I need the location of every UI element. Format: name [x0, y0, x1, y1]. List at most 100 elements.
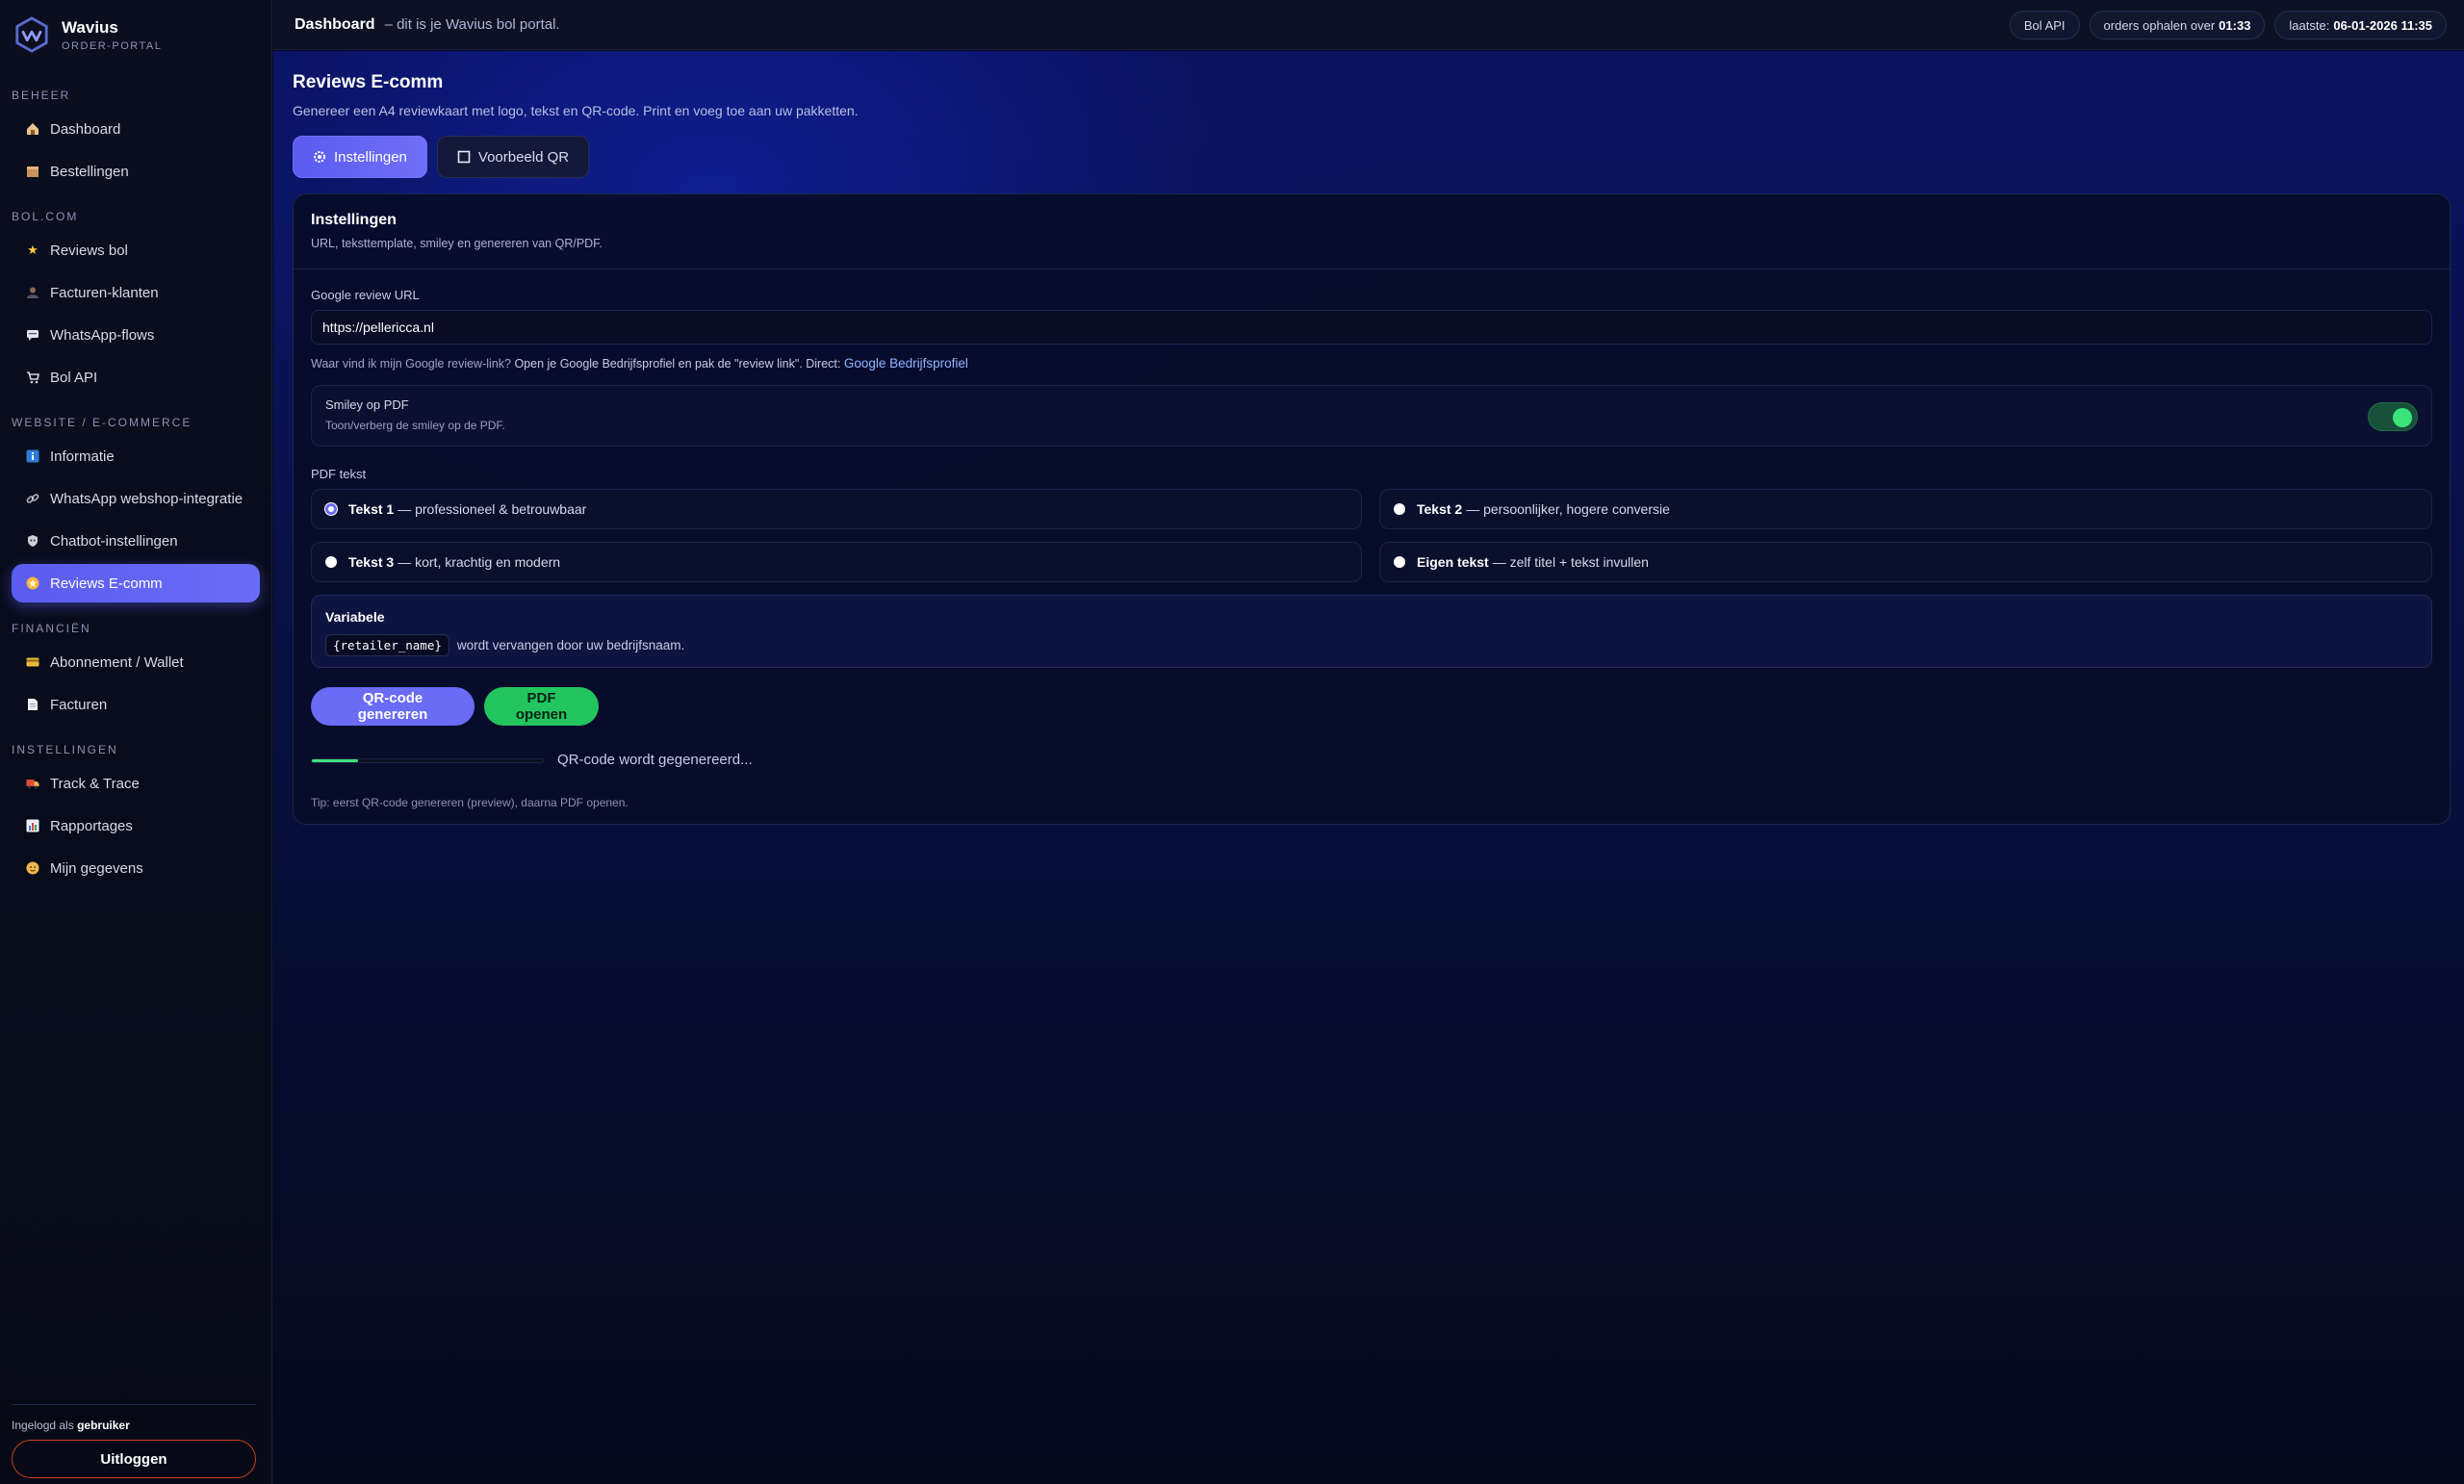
- logout-button[interactable]: Uitloggen: [12, 1440, 256, 1478]
- sidebar-item-label: Facturen-klanten: [50, 284, 159, 301]
- sidebar-item-facturen[interactable]: Facturen: [12, 685, 260, 724]
- generate-qr-button[interactable]: QR-code genereren: [311, 687, 475, 726]
- radio-bold: Tekst 3: [348, 554, 395, 570]
- brand-subtitle: ORDER-PORTAL: [62, 39, 163, 52]
- sidebar: Wavius ORDER-PORTAL BEHEER Dashboard Bes…: [0, 0, 272, 1484]
- sidebar-item-label: WhatsApp webshop-integratie: [50, 490, 244, 507]
- radio-rest: — professioneel & betrouwbaar: [398, 501, 587, 517]
- package-icon: [25, 164, 40, 179]
- variable-title: Variabele: [325, 609, 385, 625]
- google-review-url-input[interactable]: [311, 310, 2432, 345]
- brand-name: Wavius: [62, 17, 118, 37]
- chip-orders-time: 01:33: [2219, 17, 2251, 33]
- sidebar-footer: Ingelogd als gebruiker Uitloggen: [12, 1404, 256, 1478]
- wavius-logo-icon: [15, 16, 48, 53]
- settings-card: Instellingen URL, teksttemplate, smiley …: [293, 193, 2451, 825]
- shield-icon: [25, 533, 40, 549]
- footer-divider: [12, 1404, 256, 1405]
- sidebar-item-whatsapp-flows[interactable]: WhatsApp-flows: [12, 316, 260, 354]
- tab-voorbeeld-qr[interactable]: Voorbeeld QR: [436, 136, 590, 178]
- sidebar-item-label: Rapportages: [50, 817, 133, 834]
- radio-dot: [1394, 556, 1405, 568]
- google-bedrijfsprofiel-link[interactable]: Google Bedrijfsprofiel: [844, 356, 968, 371]
- sidebar-item-bestellingen[interactable]: Bestellingen: [12, 152, 260, 191]
- page-title: Reviews E-comm: [293, 72, 444, 92]
- chip-orders-countdown: orders ophalen over 01:33: [2089, 11, 2266, 39]
- cart-icon: [25, 370, 40, 385]
- sidebar-item-whatsapp-webshop[interactable]: WhatsApp webshop-integratie: [12, 479, 260, 518]
- radio-tekst-2[interactable]: Tekst 2 — persoonlijker, hogere conversi…: [1379, 489, 2432, 529]
- sidebar-item-label: WhatsApp-flows: [50, 326, 155, 344]
- login-username: gebruiker: [77, 1419, 130, 1432]
- tab-instellingen[interactable]: Instellingen: [293, 136, 427, 178]
- sidebar-item-reviews-bol[interactable]: ★ Reviews bol: [12, 231, 260, 269]
- section-title-bolcom: BOL.COM: [12, 210, 79, 223]
- face-icon: [25, 860, 40, 876]
- topbar: Dashboard – dit is je Wavius bol portal.…: [273, 0, 2464, 50]
- truck-icon: [25, 776, 40, 791]
- chip-bol-api-label: Bol API: [2023, 17, 2066, 33]
- chip-bol-api[interactable]: Bol API: [2009, 11, 2080, 39]
- sidebar-item-dashboard[interactable]: Dashboard: [12, 110, 260, 148]
- login-status: Ingelogd als gebruiker: [12, 1419, 256, 1432]
- section-title-beheer: BEHEER: [12, 89, 71, 102]
- radio-dot: [1394, 503, 1405, 515]
- radio-bold: Eigen tekst: [1417, 554, 1489, 570]
- sidebar-item-facturen-klanten[interactable]: Facturen-klanten: [12, 273, 260, 312]
- tab-label: Instellingen: [334, 148, 407, 166]
- house-icon: [25, 121, 40, 137]
- sidebar-item-abonnement[interactable]: Abonnement / Wallet: [12, 643, 260, 681]
- qr-progress-bar: [311, 758, 544, 763]
- url-hint: Waar vind ik mijn Google review-link? Op…: [311, 356, 968, 371]
- sidebar-item-track-trace[interactable]: Track & Trace: [12, 764, 260, 803]
- radio-eigen-tekst[interactable]: Eigen tekst — zelf titel + tekst invulle…: [1379, 542, 2432, 582]
- radio-rest: — persoonlijker, hogere conversie: [1466, 501, 1670, 517]
- variable-info-box: Variabele {retailer_name} wordt vervange…: [311, 595, 2432, 668]
- sidebar-item-reviews-ecomm[interactable]: Reviews E-comm: [12, 564, 260, 602]
- star-badge-icon: [25, 576, 40, 591]
- settings-title: Instellingen: [311, 212, 397, 228]
- section-title-instellingen: INSTELLINGEN: [12, 743, 118, 756]
- sidebar-item-label: Bestellingen: [50, 163, 129, 180]
- variable-code: {retailer_name}: [325, 634, 449, 656]
- radio-tekst-1[interactable]: Tekst 1 — professioneel & betrouwbaar: [311, 489, 1362, 529]
- url-label: Google review URL: [311, 288, 420, 302]
- brand[interactable]: Wavius ORDER-PORTAL: [12, 0, 260, 69]
- sidebar-item-label: Dashboard: [50, 120, 121, 138]
- topbar-subtitle: – dit is je Wavius bol portal.: [384, 16, 560, 33]
- page-subtitle: Genereer een A4 reviewkaart met logo, te…: [293, 103, 859, 118]
- sidebar-item-label: Bol API: [50, 369, 98, 386]
- sidebar-item-mijn-gegevens[interactable]: Mijn gegevens: [12, 849, 260, 887]
- topbar-title: Dashboard: [295, 15, 375, 33]
- radio-tekst-3[interactable]: Tekst 3 — kort, krachtig en modern: [311, 542, 1362, 582]
- radio-bold: Tekst 2: [1417, 501, 1463, 517]
- variable-desc: wordt vervangen door uw bedrijfsnaam.: [456, 638, 685, 652]
- login-prefix: Ingelogd als: [12, 1419, 74, 1432]
- radio-rest: — kort, krachtig en modern: [398, 554, 561, 570]
- tip-text: Tip: eerst QR-code genereren (preview), …: [311, 796, 629, 809]
- hint-prefix: Waar vind ik mijn Google review-link?: [311, 357, 511, 371]
- pdf-text-label: PDF tekst: [311, 467, 367, 481]
- progress-status: QR-code wordt gegenereerd...: [557, 752, 753, 768]
- open-pdf-button[interactable]: PDF openen: [484, 687, 599, 726]
- chip-last-time: 06-01-2026 11:35: [2333, 17, 2432, 33]
- smiley-toggle-row: Smiley op PDF Toon/verberg de smiley op …: [311, 385, 2432, 447]
- sidebar-item-label: Chatbot-instellingen: [50, 532, 178, 550]
- link-icon: [25, 491, 40, 506]
- sidebar-item-rapportages[interactable]: Rapportages: [12, 806, 260, 845]
- smiley-toggle[interactable]: [2368, 402, 2418, 431]
- radio-dot: [325, 556, 337, 568]
- document-icon: [25, 697, 40, 712]
- radio-bold: Tekst 1: [348, 501, 395, 517]
- info-icon: [25, 448, 40, 464]
- progress-fill: [312, 759, 358, 762]
- section-title-website: WEBSITE / E-COMMERCE: [12, 416, 192, 429]
- sidebar-item-chatbot[interactable]: Chatbot-instellingen: [12, 522, 260, 560]
- smiley-subtitle: Toon/verberg de smiley op de PDF.: [325, 419, 505, 432]
- sidebar-item-bol-api[interactable]: Bol API: [12, 358, 260, 397]
- main-content: Reviews E-comm Genereer een A4 reviewkaa…: [273, 51, 2464, 1484]
- sidebar-item-informatie[interactable]: Informatie: [12, 437, 260, 475]
- chip-last-prefix: laatste:: [2289, 17, 2330, 33]
- tabs: Instellingen Voorbeeld QR: [293, 136, 590, 178]
- chat-icon: [25, 327, 40, 343]
